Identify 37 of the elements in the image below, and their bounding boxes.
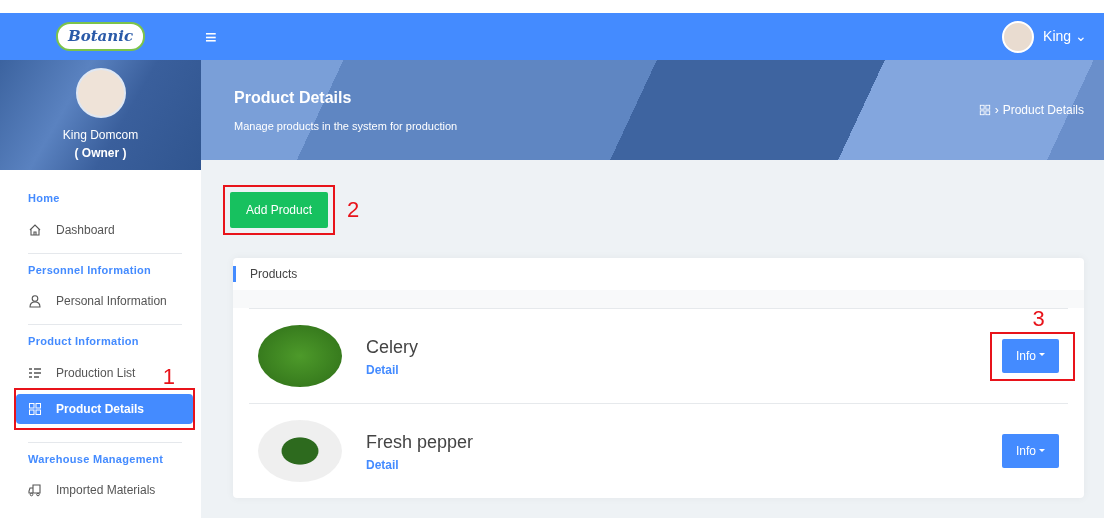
sidebar-item[interactable]: Dashboard (16, 214, 193, 245)
product-name: Celery (366, 335, 418, 359)
user-menu[interactable]: King ⌄ (1042, 25, 1088, 48)
grid-icon (978, 104, 991, 116)
breadcrumb-item[interactable]: Product Details (1002, 101, 1084, 119)
list-icon (28, 365, 42, 380)
page-subtitle: Manage products in the system for production (234, 118, 458, 134)
avatar (1002, 20, 1035, 53)
add-product-button[interactable]: Add Product (230, 192, 329, 228)
detail-link[interactable]: Detail (366, 457, 399, 472)
section-title: Warehouse Management (27, 451, 165, 467)
home-icon (28, 222, 42, 237)
page-title: Product Details (234, 87, 353, 108)
annotation-number: 1 (162, 365, 175, 388)
profile-role: ( Owner ) (74, 145, 127, 162)
profile-name: King Domcom (62, 127, 139, 144)
section-title: Home (27, 191, 61, 206)
menu-button[interactable]: ≡ (201, 26, 221, 47)
breadcrumb-separator: › (994, 102, 999, 119)
info-dropdown-button[interactable]: Info (1001, 434, 1059, 468)
product-name: Fresh pepper (366, 430, 474, 454)
section-title: Personnel Information (27, 262, 153, 278)
annotation-number: 2 (347, 199, 360, 221)
sidebar-item[interactable]: Product Details (16, 393, 193, 424)
grid-icon (28, 401, 42, 416)
user-icon (28, 294, 42, 308)
truck-icon (28, 483, 42, 497)
card-title: Products (250, 266, 298, 283)
sidebar-item[interactable]: Imported Materials (16, 475, 193, 505)
annotation-number: 3 (1032, 307, 1045, 330)
sidebar-item[interactable]: Personal Information (16, 286, 193, 316)
section-title: Product Information (27, 334, 140, 349)
avatar (75, 68, 126, 118)
logo[interactable]: Botanic (55, 22, 146, 51)
accent-bar (233, 266, 236, 282)
info-dropdown-button[interactable]: Info (1001, 338, 1059, 373)
detail-link[interactable]: Detail (366, 362, 399, 377)
